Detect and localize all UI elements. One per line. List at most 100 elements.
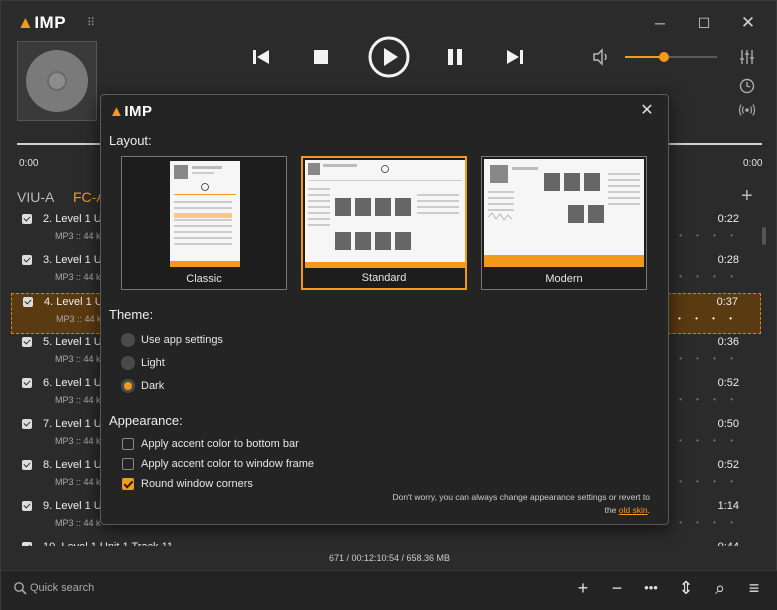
layout-option-classic[interactable]: Classic [121,156,287,290]
track-checkbox[interactable] [22,255,32,265]
search-icon [14,582,27,595]
track-checkbox[interactable] [22,501,32,511]
accent-window-frame-label[interactable]: Apply accent color to window frame [141,458,314,470]
elapsed-time: 0:00 [19,158,39,169]
track-title: 10. Level 1 Unit 1 Track 11 [43,541,173,546]
old-skin-link[interactable]: old skin [619,505,648,515]
close-button[interactable]: ✕ [733,9,763,37]
play-button[interactable] [367,35,411,79]
grid-menu-icon[interactable]: ⠿ [87,17,99,29]
quick-search-input[interactable] [30,580,230,596]
theme-radio-light[interactable] [121,356,135,370]
playlist-row[interactable]: 10. Level 1 Unit 1 Track 110:44• • • • • [11,539,761,546]
round-corners-label[interactable]: Round window corners [141,478,253,490]
track-info: MP3 :: 44 k [55,231,101,241]
track-duration: 0:28 [717,254,739,266]
radio-icon[interactable] [738,101,756,119]
volume-slider[interactable] [625,52,717,62]
volume-knob[interactable] [658,52,669,62]
dialog-logo: ▲IMP [109,103,153,120]
track-rating[interactable]: • • • • • [662,354,739,363]
volume-icon[interactable] [591,47,611,67]
track-rating[interactable]: • • • • • [662,518,739,527]
tab-viu-a[interactable]: VIU-A [17,189,54,205]
track-rating[interactable]: • • • • • [662,436,739,445]
track-checkbox[interactable] [23,297,33,307]
track-title: 8. Level 1 U [43,459,102,471]
track-title: 6. Level 1 U [43,377,102,389]
track-title: 5. Level 1 U [43,336,102,348]
add-playlist-icon[interactable]: + [741,186,759,206]
track-rating[interactable]: • • • • • [662,231,739,240]
dialog-close-button[interactable]: ✕ [637,101,657,121]
track-duration: 0:44 [718,541,739,546]
track-checkbox[interactable] [22,378,32,388]
track-rating[interactable]: • • • • • [662,272,739,281]
appearance-heading: Appearance: [109,413,183,428]
track-info: MP3 :: 44 k [55,354,101,364]
hint-suffix: . [647,505,650,515]
track-duration: 0:50 [717,418,739,430]
playlist-scrollbar[interactable] [762,227,766,245]
track-info: MP3 :: 44 k [55,436,101,446]
skin-settings-dialog: ▲IMP ✕ Layout: Classic Standard Modern T… [100,94,669,525]
logo-text: IMP [34,13,67,32]
equalizer-icon[interactable] [738,48,756,66]
clock-icon[interactable] [738,77,756,95]
layout-caption: Modern [545,273,583,285]
remaining-time: 0:00 [743,158,763,169]
accent-window-frame-checkbox[interactable] [122,458,134,470]
track-rating[interactable]: • • • • • [661,314,738,323]
theme-label-dark[interactable]: Dark [141,380,164,392]
find-button[interactable]: ⌕ [711,579,729,597]
layout-option-standard[interactable]: Standard [301,156,467,290]
minimize-button[interactable]: ─ [645,9,675,37]
stop-button[interactable] [305,41,337,73]
remove-button[interactable]: − [608,579,626,597]
track-checkbox[interactable] [22,214,32,224]
track-duration: 0:52 [717,459,739,471]
hint-text: Don't worry, you can always change appea… [392,492,650,502]
app-logo: ▲IMP [17,13,66,33]
add-files-button[interactable]: + [574,579,592,597]
sort-button[interactable]: ⇕ [677,579,695,597]
track-rating[interactable]: • • • • • [662,477,739,486]
track-duration: 0:22 [717,213,739,225]
theme-label-light[interactable]: Light [141,357,165,369]
track-info: MP3 :: 44 k [55,518,101,528]
hint-prefix: the [604,505,617,515]
playlist-summary: 671 / 00:12:10:54 / 658.36 MB [328,553,451,563]
track-duration: 0:37 [716,296,738,308]
layout-option-modern[interactable]: Modern [481,156,647,290]
revert-hint: Don't worry, you can always change appea… [350,491,650,517]
track-rating[interactable]: • • • • • [662,395,739,404]
round-corners-checkbox[interactable] [122,478,134,490]
track-title: 9. Level 1 U [43,500,102,512]
track-title: 2. Level 1 U [43,213,102,225]
track-info: MP3 :: 44 k [55,272,101,282]
logo-mark: ▲ [17,13,35,32]
modern-preview-thumbnail [484,159,644,267]
track-checkbox[interactable] [22,542,32,546]
more-button[interactable]: ••• [642,579,660,597]
accent-bottom-bar-checkbox[interactable] [122,438,134,450]
theme-radio-app-settings[interactable] [121,333,135,347]
layout-caption: Standard [361,272,407,284]
track-checkbox[interactable] [22,337,32,347]
track-checkbox[interactable] [22,460,32,470]
track-title: 7. Level 1 U [43,418,102,430]
main-menu-button[interactable]: ≡ [745,579,763,597]
theme-label-app-settings[interactable]: Use app settings [141,334,223,346]
track-duration: 1:14 [717,500,739,512]
track-checkbox[interactable] [22,419,32,429]
accent-bottom-bar-label[interactable]: Apply accent color to bottom bar [141,438,299,450]
previous-track-button[interactable] [245,41,277,73]
theme-radio-dark[interactable] [121,379,135,393]
album-art[interactable] [17,41,97,121]
layout-caption: Classic [186,273,222,285]
classic-preview-thumbnail [170,161,240,267]
maximize-button[interactable]: ☐ [689,9,719,37]
standard-preview-thumbnail [305,160,465,268]
next-track-button[interactable] [499,41,531,73]
pause-button[interactable] [439,41,471,73]
